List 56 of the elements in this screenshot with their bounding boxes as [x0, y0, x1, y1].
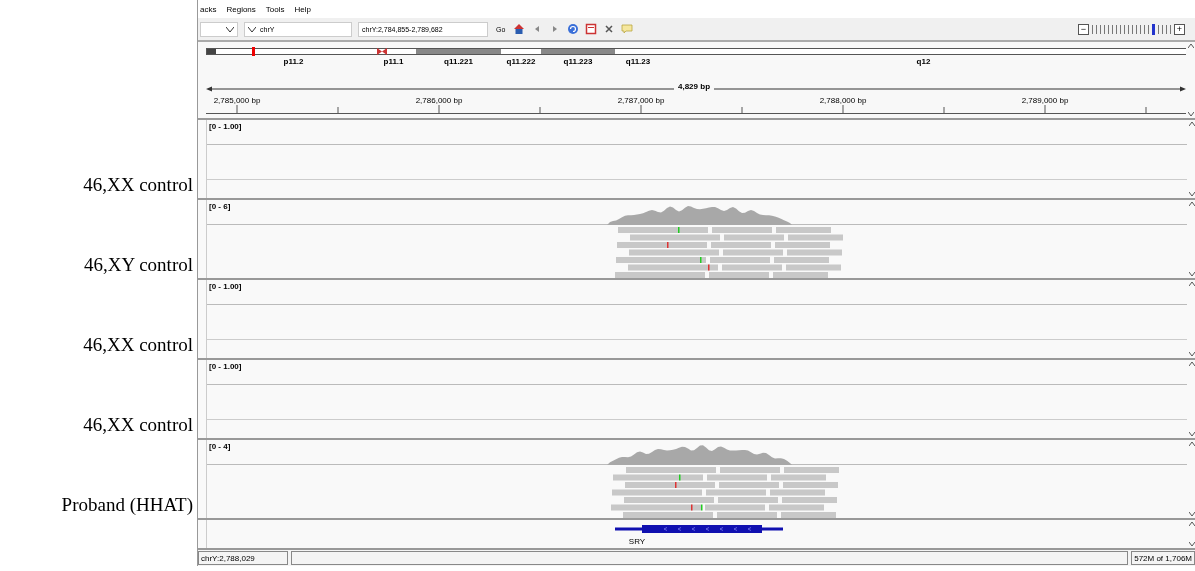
sample-label: 46,XY control	[83, 254, 194, 276]
zoom-out-button[interactable]: −	[1078, 23, 1089, 35]
scroll-up-icon[interactable]	[1188, 282, 1195, 286]
home-icon[interactable]	[513, 23, 526, 35]
tick-label: 2,789,000 bp	[1021, 96, 1069, 105]
data-range: [0 - 1.00]	[209, 282, 242, 291]
scroll-down-icon[interactable]	[1188, 512, 1195, 516]
cytoband-label: q11.223	[563, 57, 593, 66]
menu-item[interactable]: Tools	[265, 4, 285, 14]
menu-item[interactable]: Help	[294, 4, 311, 14]
cytoband-label: q11.23	[625, 57, 651, 66]
cytoband-label: q11.221	[444, 57, 473, 66]
gene-name: SRY	[628, 537, 646, 546]
position-readout: chrY:2,788,029	[198, 551, 288, 565]
cytoband-label: p11.1	[383, 57, 404, 66]
scroll-up-icon[interactable]	[1188, 202, 1195, 206]
scroll-up-icon[interactable]	[1187, 44, 1194, 48]
tick-label: 2,787,000 bp	[617, 96, 665, 105]
sample-label: 46,XX control	[83, 174, 194, 196]
band-marker	[252, 47, 255, 56]
data-range: [0 - 4]	[209, 442, 231, 451]
scroll-down-icon[interactable]	[1188, 432, 1195, 436]
chevron-down-icon	[226, 26, 234, 32]
scroll-down-icon[interactable]	[1187, 112, 1194, 116]
scroll-up-icon[interactable]	[1188, 442, 1195, 446]
data-range: [0 - 1.00]	[209, 362, 242, 371]
scroll-down-icon[interactable]	[1188, 192, 1195, 196]
span-length: 4,829 bp	[674, 82, 714, 91]
scroll-down-icon[interactable]	[1188, 272, 1195, 276]
tick-label: 2,786,000 bp	[415, 96, 463, 105]
scroll-down-icon[interactable]	[1188, 542, 1195, 546]
scroll-down-icon[interactable]	[1188, 352, 1195, 356]
tick-label: 2,788,000 bp	[819, 96, 867, 105]
menu-item[interactable]: acks	[200, 4, 217, 14]
chevron-down-icon	[248, 26, 256, 32]
centromere-icon	[377, 48, 387, 55]
scroll-up-icon[interactable]	[1188, 522, 1195, 526]
cytoband-label: p11.2	[283, 57, 304, 66]
data-range: [0 - 1.00]	[209, 122, 242, 131]
refresh-icon[interactable]	[567, 23, 580, 35]
scroll-up-icon[interactable]	[1188, 362, 1195, 366]
sample-label: 46,XX control	[83, 414, 194, 436]
data-range: [0 - 6]	[209, 202, 231, 211]
zoom-slider[interactable]	[1092, 23, 1171, 35]
sample-label: Proband (HHAT)	[61, 494, 194, 516]
cytoband-label: q12	[916, 57, 931, 66]
close-icon[interactable]	[603, 23, 616, 35]
zoom-in-button[interactable]: +	[1174, 23, 1185, 35]
region-icon[interactable]	[585, 23, 598, 35]
zoom-slider-thumb[interactable]	[1152, 23, 1155, 35]
cytoband-label: q11.222	[506, 57, 536, 66]
sample-label: 46,XX control	[83, 334, 194, 356]
scroll-up-icon[interactable]	[1188, 122, 1195, 126]
tick-label: 2,785,000 bp	[213, 96, 261, 105]
memory-readout: 572M of 1,706M	[1131, 551, 1195, 565]
menu-item[interactable]: Regions	[226, 4, 256, 14]
